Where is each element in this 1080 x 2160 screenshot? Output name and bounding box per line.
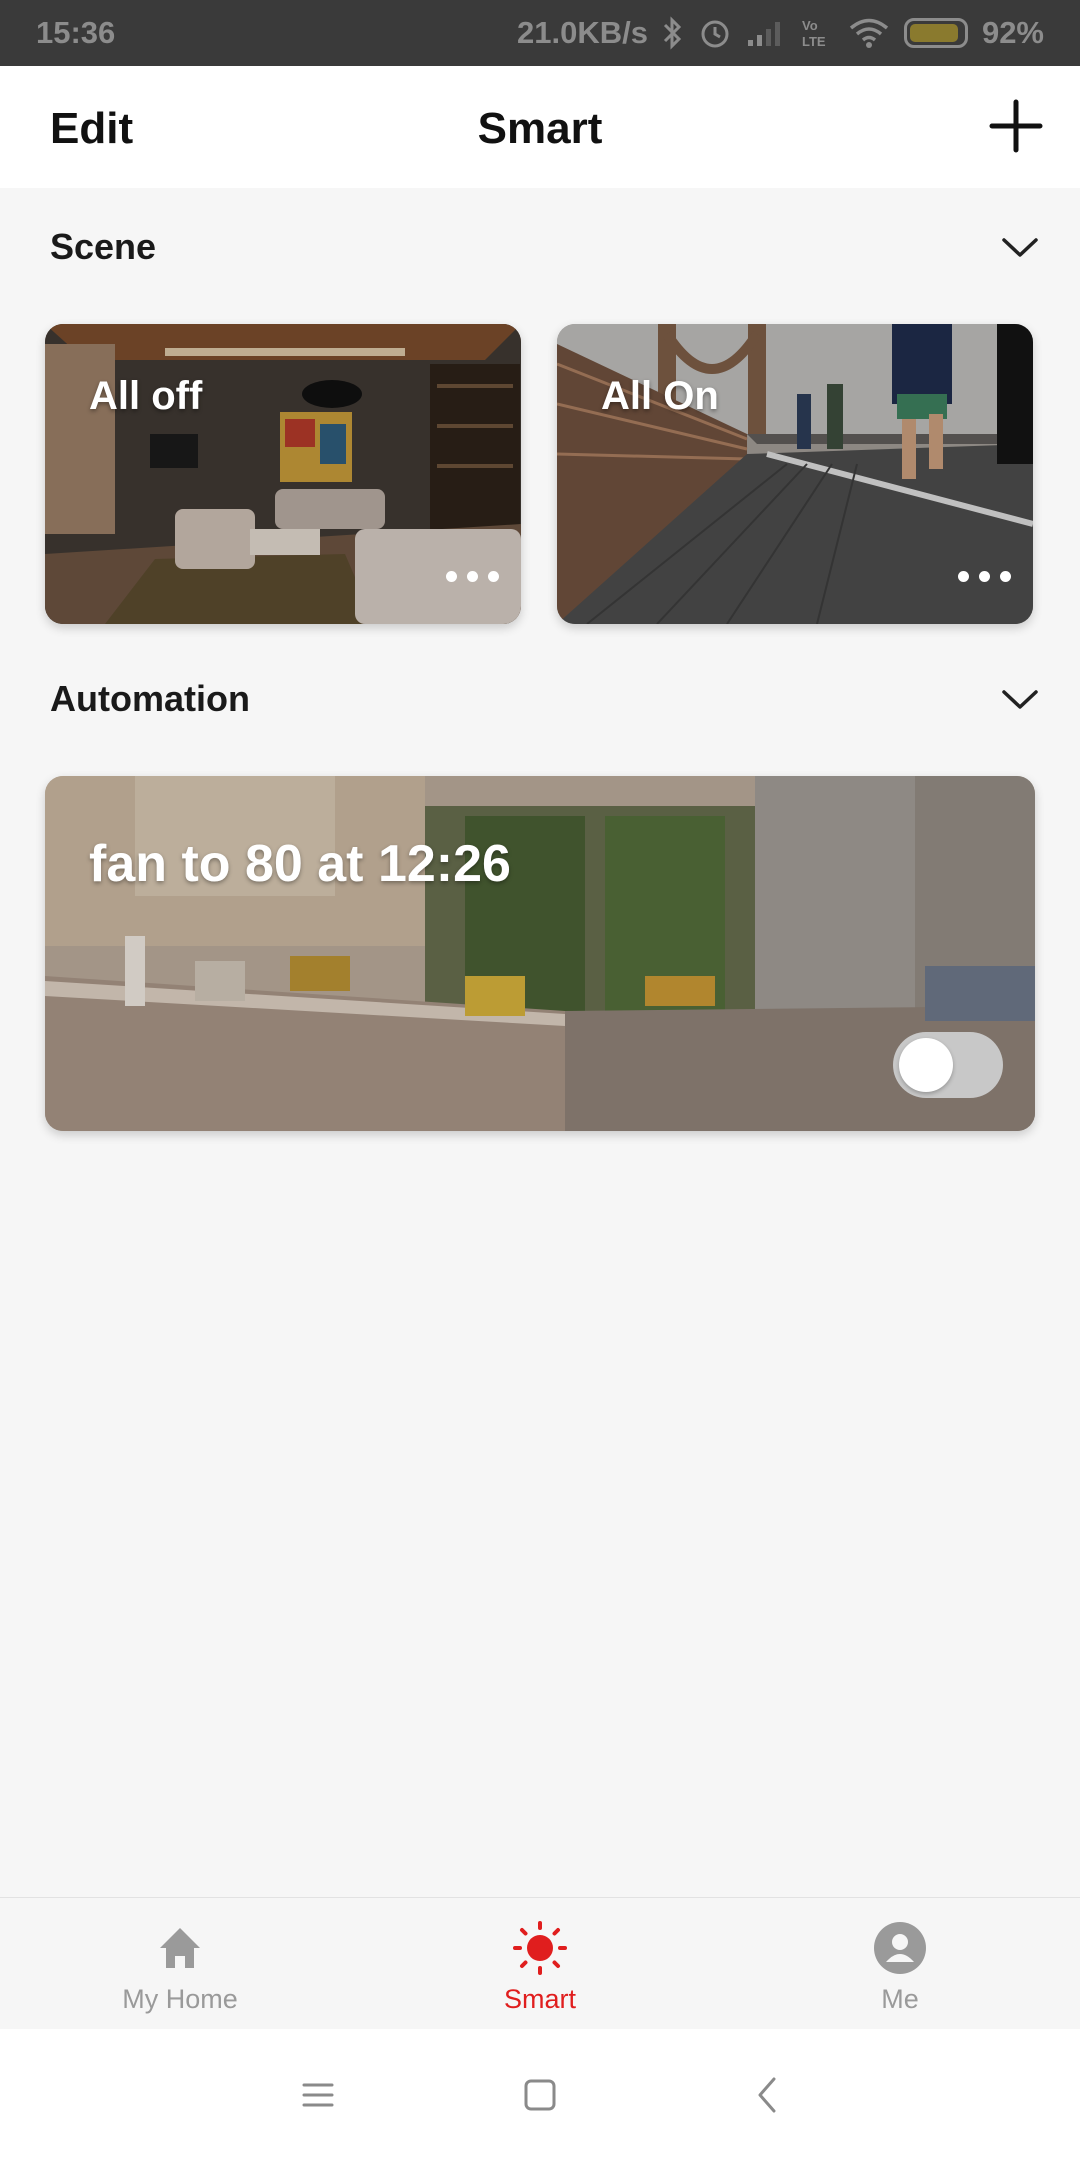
chevron-down-icon[interactable]: [1000, 679, 1040, 719]
signal-icon: [746, 18, 786, 48]
scene-section-title: Scene: [50, 226, 157, 267]
toggle-knob: [899, 1038, 953, 1092]
home-button-icon[interactable]: [520, 2075, 560, 2115]
chevron-down-icon[interactable]: [1000, 227, 1040, 267]
status-icons: 21.0KB/s Vo LTE 92%: [517, 15, 1044, 51]
nav-item-my-home[interactable]: My Home: [0, 1898, 360, 2029]
edit-button[interactable]: Edit: [50, 104, 133, 154]
sun-icon: [513, 1921, 567, 1975]
bluetooth-icon: [662, 16, 684, 50]
back-icon[interactable]: [748, 2075, 788, 2115]
wifi-icon: [848, 17, 890, 49]
status-bar: 15:36 21.0KB/s Vo LTE 92%: [0, 0, 1080, 66]
volte-icon: Vo LTE: [800, 16, 834, 50]
battery-icon: [903, 18, 968, 48]
nav-label: My Home: [122, 1984, 238, 2014]
nav-label: Me: [881, 1984, 919, 2014]
scene-title: All off: [89, 374, 203, 418]
alarm-icon: [698, 16, 732, 50]
network-speed: 21.0KB/s: [516, 15, 648, 50]
automation-section-title: Automation: [50, 678, 250, 719]
app-header: Edit Smart: [0, 66, 1080, 188]
battery-percent: 92%: [981, 15, 1044, 50]
scene-card-all-off[interactable]: All off: [45, 324, 521, 624]
nav-item-me[interactable]: Me: [720, 1898, 1080, 2029]
automation-card[interactable]: fan to 80 at 12:26: [45, 776, 1035, 1131]
scene-section-header[interactable]: Scene: [50, 226, 1040, 268]
nav-label: Smart: [503, 1984, 576, 2014]
svg-text:LTE: LTE: [802, 34, 826, 49]
status-time: 15:36: [36, 15, 116, 50]
nav-item-smart[interactable]: Smart: [360, 1898, 720, 2029]
automation-title: fan to 80 at 12:26: [89, 835, 511, 893]
bottom-nav: My Home Smart Me: [0, 1897, 1080, 2029]
plus-icon[interactable]: [986, 96, 1046, 156]
more-icon[interactable]: [446, 571, 499, 582]
more-icon[interactable]: [958, 571, 1011, 582]
svg-text:Vo: Vo: [802, 18, 818, 33]
system-nav-bar: [0, 2029, 1080, 2160]
page-title: Smart: [477, 104, 603, 153]
automation-section-header[interactable]: Automation: [50, 678, 1040, 720]
automation-toggle[interactable]: [893, 1032, 1003, 1098]
scene-card-all-on[interactable]: All On: [557, 324, 1033, 624]
menu-icon[interactable]: [298, 2075, 338, 2115]
person-icon: [874, 1922, 926, 1974]
home-icon: [160, 1928, 200, 1968]
scene-title: All On: [601, 374, 719, 418]
